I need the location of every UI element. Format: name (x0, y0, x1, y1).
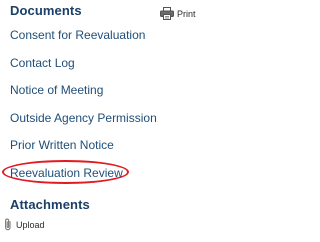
paperclip-icon (4, 218, 12, 231)
upload-label: Upload (16, 219, 45, 230)
doc-link-notice-of-meeting[interactable]: Notice of Meeting (10, 82, 157, 110)
documents-list: Consent for Reevaluation Contact Log Not… (10, 27, 157, 192)
doc-link-prior-written-notice[interactable]: Prior Written Notice (10, 137, 157, 165)
printer-icon (160, 6, 174, 20)
print-label: Print (177, 9, 196, 19)
attachments-heading: Attachments (10, 197, 90, 212)
upload-button[interactable]: Upload (4, 218, 45, 231)
doc-link-outside-agency-permission[interactable]: Outside Agency Permission (10, 110, 157, 138)
print-button[interactable]: Print (160, 5, 196, 21)
documents-panel: Documents Print Consent for Reevaluation… (0, 0, 229, 242)
doc-link-consent-for-reevaluation[interactable]: Consent for Reevaluation (10, 27, 157, 55)
doc-link-reevaluation-review[interactable]: Reevaluation Review (10, 165, 157, 193)
documents-heading: Documents (10, 3, 82, 18)
doc-link-contact-log[interactable]: Contact Log (10, 55, 157, 83)
